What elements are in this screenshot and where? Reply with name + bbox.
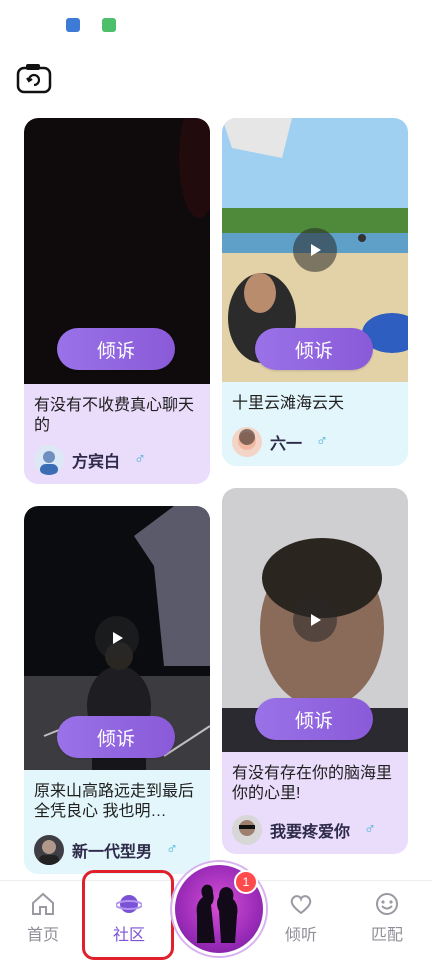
author-name[interactable]: 新一代型男 (72, 838, 152, 862)
post-media[interactable]: 倾诉 (222, 118, 408, 382)
post-title: 原来山高路远走到最后全凭良心 我也明… (34, 783, 195, 820)
play-icon[interactable] (95, 616, 139, 660)
play-icon[interactable] (293, 228, 337, 272)
app-icon-2 (102, 18, 116, 32)
status-bar (0, 0, 432, 48)
confide-button[interactable]: 倾诉 (57, 716, 175, 758)
confide-button[interactable]: 倾诉 (57, 328, 175, 370)
smile-icon (374, 891, 400, 917)
avatar[interactable] (34, 835, 64, 865)
post-title: 十里云滩海云天 (232, 395, 345, 412)
avatar[interactable] (232, 427, 262, 457)
gender-male-icon: ♂ (166, 841, 179, 858)
post-author[interactable]: 六一 ♂ (232, 426, 398, 458)
home-icon (30, 891, 56, 917)
active-tab-highlight (82, 870, 174, 960)
avatar[interactable] (232, 815, 262, 845)
tab-label: 倾听 (284, 927, 317, 944)
author-name[interactable]: 方宾白 (72, 448, 120, 472)
tab-label: 首页 (26, 927, 59, 944)
author-name[interactable]: 我要疼爱你 (270, 818, 350, 842)
gender-male-icon: ♂ (364, 821, 377, 838)
play-icon[interactable] (293, 598, 337, 642)
author-name[interactable]: 六一 (270, 430, 302, 454)
post-card[interactable]: 倾诉 有没有不收费真心聊天的 方宾白 ♂ (24, 118, 210, 484)
tab-match[interactable]: 匹配 (352, 891, 422, 951)
camera-switch-icon[interactable] (16, 62, 52, 94)
notification-badge: 1 (234, 870, 258, 894)
gender-male-icon: ♂ (134, 451, 147, 468)
heart-chat-icon (288, 891, 314, 917)
post-media[interactable]: 倾诉 (24, 506, 210, 770)
tab-home[interactable]: 首页 (8, 891, 78, 951)
post-card[interactable]: 倾诉 有没有存在你的脑海里你的心里! 我要疼爱你 ♂ (222, 488, 408, 854)
post-media[interactable]: 倾诉 (24, 118, 210, 384)
avatar[interactable] (34, 445, 64, 475)
post-card[interactable]: 倾诉 十里云滩海云天 六一 ♂ (222, 118, 408, 466)
gender-male-icon: ♂ (316, 433, 329, 450)
post-author[interactable]: 新一代型男 ♂ (34, 834, 200, 866)
post-author[interactable]: 方宾白 ♂ (34, 444, 200, 476)
app-icon-1 (66, 18, 80, 32)
tab-label: 匹配 (370, 927, 403, 944)
post-title: 有没有不收费真心聊天的 (34, 397, 195, 434)
post-media[interactable]: 倾诉 (222, 488, 408, 752)
confide-button[interactable]: 倾诉 (255, 328, 373, 370)
post-author[interactable]: 我要疼爱你 ♂ (232, 814, 398, 846)
post-title: 有没有存在你的脑海里你的心里! (232, 765, 393, 802)
confide-button[interactable]: 倾诉 (255, 698, 373, 740)
post-card[interactable]: 倾诉 原来山高路远走到最后全凭良心 我也明… 新一代型男 ♂ (24, 506, 210, 874)
tab-listen[interactable]: 倾听 (266, 891, 336, 951)
